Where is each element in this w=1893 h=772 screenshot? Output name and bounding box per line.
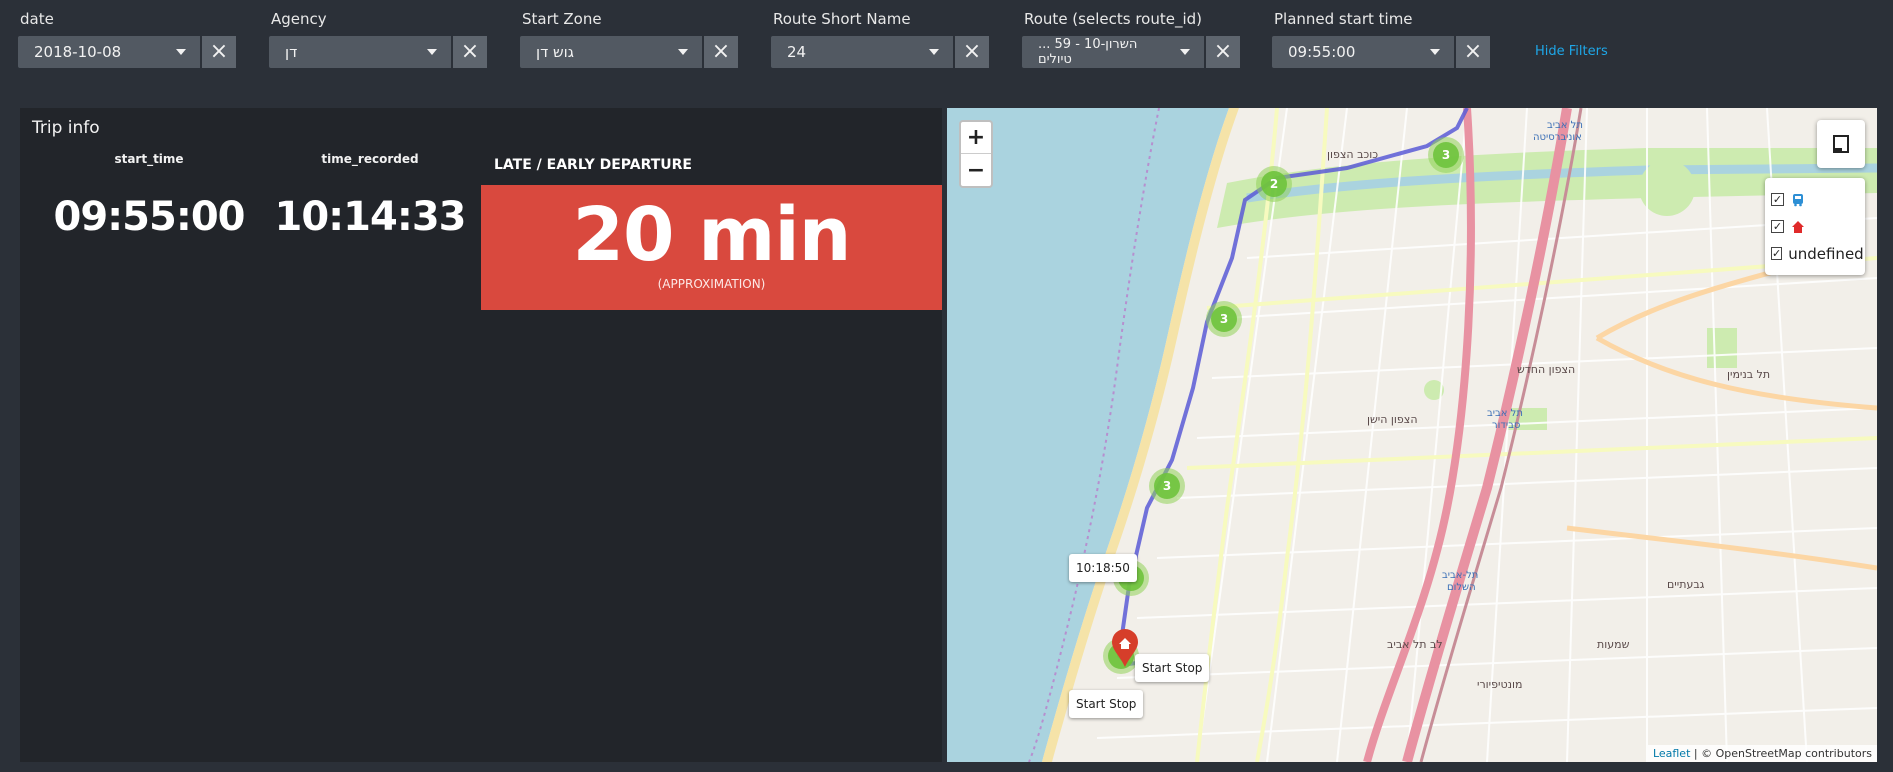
filter-date-label: date [20, 10, 54, 28]
route-short-name-value: 24 [787, 43, 807, 61]
layers-button[interactable] [1817, 120, 1865, 168]
filter-bar: date 2018-10-08 × Agency דן × Start Zone… [0, 0, 1893, 100]
agency-value: דן [285, 43, 298, 61]
clear-date-button[interactable]: × [202, 36, 236, 68]
late-departure-box: 20 min (APPROXIMATION) [481, 185, 942, 310]
svg-text:תל בנימין: תל בנימין [1727, 368, 1770, 381]
filter-agency: Agency דן × [269, 8, 487, 68]
filter-agency-label: Agency [271, 10, 327, 28]
route-short-name-select[interactable]: 24 [771, 36, 953, 68]
close-icon: × [1213, 39, 1233, 64]
stop-cluster[interactable]: 3 [1149, 468, 1185, 504]
date-value: 2018-10-08 [34, 43, 122, 61]
hide-filters-link[interactable]: Hide Filters [1535, 44, 1608, 59]
svg-text:שמעות: שמעות [1597, 638, 1630, 651]
planned-start-time-value: 09:55:00 [1288, 43, 1356, 61]
chevron-down-icon [1430, 49, 1440, 55]
agency-select[interactable]: דן [269, 36, 451, 68]
chevron-down-icon [1180, 49, 1190, 55]
svg-text:לב תל אביב: לב תל אביב [1387, 638, 1443, 651]
svg-text:תל אביב: תל אביב [1547, 120, 1583, 131]
clear-planned-start-time-button[interactable]: × [1456, 36, 1490, 68]
time-recorded-label: time_recorded [321, 152, 419, 166]
home-icon [1792, 220, 1804, 233]
svg-text:גבעתיים: גבעתיים [1667, 578, 1705, 591]
start-time-label: start_time [114, 152, 184, 166]
route-value: ... השרון-10 - 59 טיולים [1038, 37, 1138, 67]
zoom-control: + − [959, 120, 993, 188]
filter-start-zone: Start Zone גוש דן × [520, 8, 738, 68]
filter-date: date 2018-10-08 × [18, 8, 236, 68]
close-icon: × [209, 39, 229, 64]
filter-route-label: Route (selects route_id) [1024, 10, 1202, 28]
zoom-out-button[interactable]: − [961, 154, 991, 186]
svg-text:השלום: השלום [1447, 582, 1476, 593]
checkbox[interactable]: ✓ [1771, 220, 1784, 233]
svg-text:כוכב הצפון: כוכב הצפון [1327, 148, 1378, 161]
svg-text:סבידור: סבידור [1492, 420, 1520, 431]
late-departure-label: LATE / EARLY DEPARTURE [494, 157, 692, 173]
clear-start-zone-button[interactable]: × [704, 36, 738, 68]
route-select[interactable]: ... השרון-10 - 59 טיולים [1022, 36, 1204, 68]
svg-text:מונטיפיורי: מונטיפיורי [1477, 678, 1522, 691]
stop-cluster[interactable]: 3 [1206, 301, 1242, 337]
close-icon: × [711, 39, 731, 64]
start-stop-tooltip: Start Stop [1135, 654, 1210, 682]
svg-text:תל אביב: תל אביב [1487, 408, 1523, 419]
close-icon: × [460, 39, 480, 64]
filter-route: Route (selects route_id) ... השרון-10 - … [1022, 8, 1240, 68]
filter-route-short-name: Route Short Name 24 × [771, 8, 989, 68]
start-stop-tooltip: Start Stop [1069, 690, 1144, 718]
chevron-down-icon [176, 49, 186, 55]
map[interactable]: כוכב הצפון הצפון החדש הצפון הישן מח' יוח… [947, 108, 1877, 762]
svg-text:הצפון החדש: הצפון החדש [1517, 363, 1575, 376]
chevron-down-icon [678, 49, 688, 55]
stop-cluster[interactable]: 2 [1256, 166, 1292, 202]
filter-planned-start-time-label: Planned start time [1274, 10, 1413, 28]
chevron-down-icon [427, 49, 437, 55]
late-departure-subtitle: (APPROXIMATION) [657, 277, 766, 291]
map-attribution: Leaflet | © OpenStreetMap contributors [1647, 745, 1877, 762]
time-recorded-metric: time_recorded 10:14:33 [260, 152, 480, 240]
close-icon: × [1463, 39, 1483, 64]
filter-planned-start-time: Planned start time 09:55:00 × [1272, 8, 1490, 68]
leaflet-link[interactable]: Leaflet [1653, 747, 1690, 760]
start-zone-value: גוש דן [536, 43, 574, 61]
legend-item-undefined[interactable]: ✓ undefined [1771, 240, 1864, 267]
date-select[interactable]: 2018-10-08 [18, 36, 200, 68]
layer-legend: ✓ ✓ ✓ undefined [1765, 178, 1865, 275]
time-tooltip: 10:18:50 [1069, 554, 1137, 582]
planned-start-time-select[interactable]: 09:55:00 [1272, 36, 1454, 68]
panel-title: Trip info [32, 118, 100, 138]
start-time-metric: start_time 09:55:00 [39, 152, 259, 240]
legend-item-bus[interactable]: ✓ [1771, 186, 1859, 213]
svg-text:אוניברסיטה: אוניברסיטה [1533, 132, 1582, 143]
trip-info-panel: Trip info start_time 09:55:00 time_recor… [20, 108, 942, 762]
checkbox[interactable]: ✓ [1771, 193, 1784, 206]
stop-cluster[interactable]: 3 [1428, 137, 1464, 173]
svg-text:תל-אביב: תל-אביב [1442, 570, 1478, 581]
late-departure-value: 20 min [572, 192, 852, 278]
clear-agency-button[interactable]: × [453, 36, 487, 68]
layers-icon [1833, 135, 1849, 153]
bus-icon [1793, 193, 1803, 206]
legend-label: undefined [1788, 244, 1864, 263]
checkbox[interactable]: ✓ [1771, 247, 1783, 260]
start-time-value: 09:55:00 [53, 194, 246, 240]
clear-route-button[interactable]: × [1206, 36, 1240, 68]
legend-item-home[interactable]: ✓ [1771, 213, 1859, 240]
close-icon: × [962, 39, 982, 64]
time-recorded-value: 10:14:33 [274, 194, 467, 240]
map-tiles: כוכב הצפון הצפון החדש הצפון הישן מח' יוח… [947, 108, 1877, 762]
chevron-down-icon [929, 49, 939, 55]
filter-start-zone-label: Start Zone [522, 10, 602, 28]
zoom-in-button[interactable]: + [961, 122, 991, 154]
attribution-text: | © OpenStreetMap contributors [1690, 747, 1872, 760]
svg-text:הצפון הישן: הצפון הישן [1367, 413, 1418, 426]
start-zone-select[interactable]: גוש דן [520, 36, 702, 68]
filter-route-short-name-label: Route Short Name [773, 10, 911, 28]
clear-route-short-name-button[interactable]: × [955, 36, 989, 68]
